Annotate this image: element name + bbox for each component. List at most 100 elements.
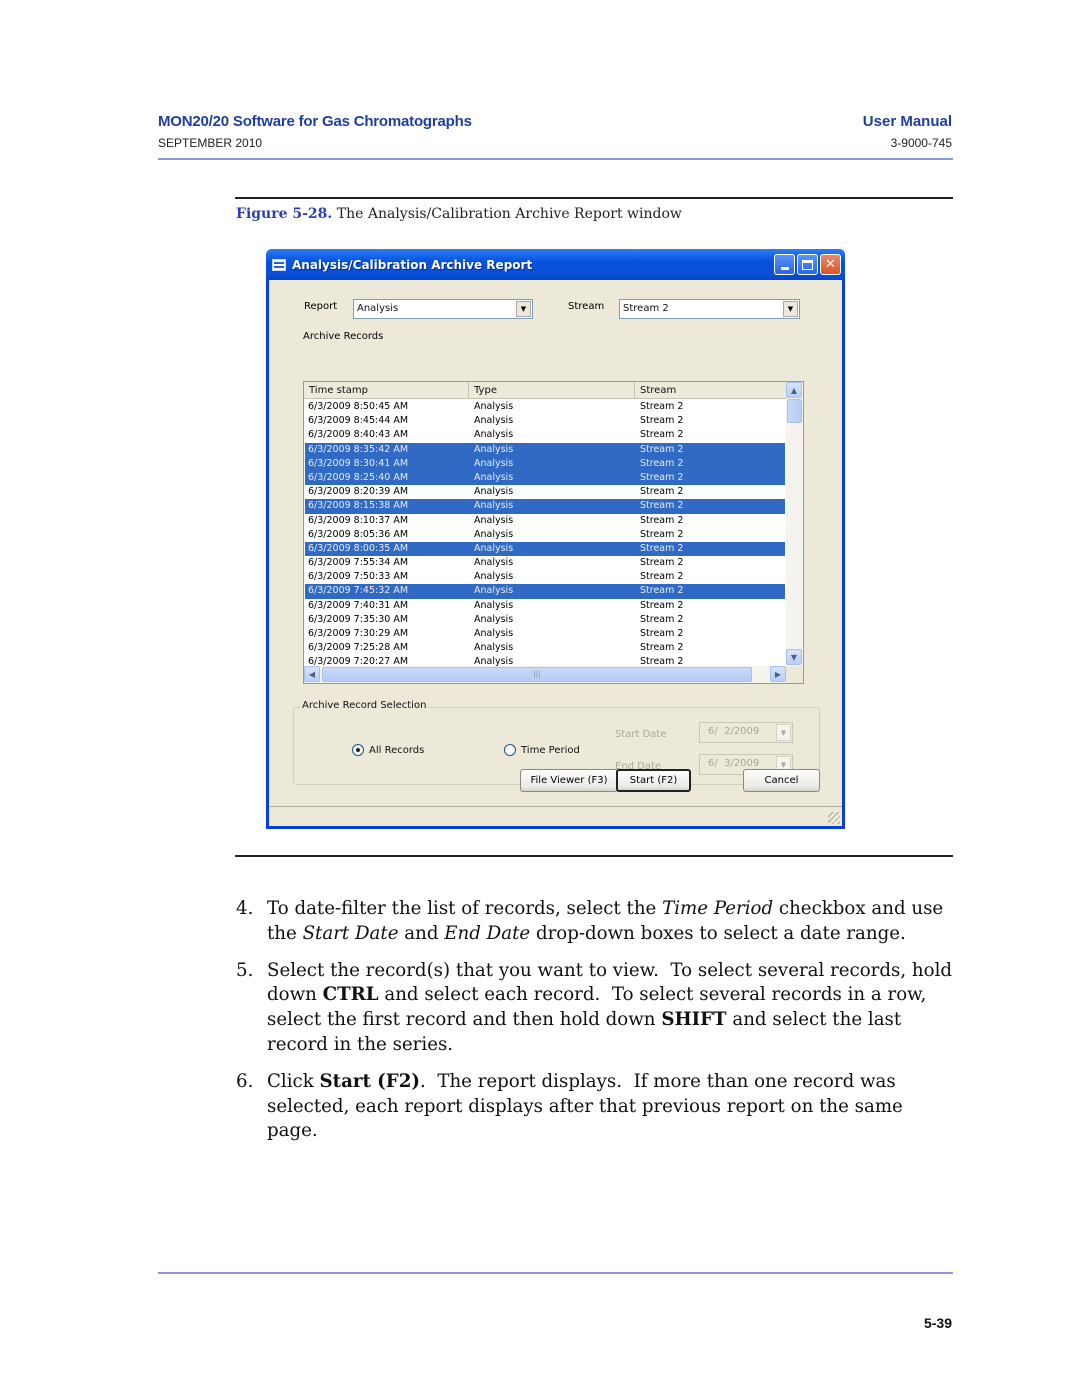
cell-type: Analysis — [474, 571, 514, 583]
table-row[interactable]: 6/3/2009 8:30:41 AM Analysis Stream 2 — [305, 456, 785, 471]
maximize-button[interactable] — [797, 254, 818, 275]
cell-stream: Stream 2 — [640, 528, 684, 540]
figure-bottom-rule — [235, 855, 953, 857]
table-row[interactable]: 6/3/2009 7:35:30 AM Analysis Stream 2 — [305, 613, 785, 627]
horizontal-scroll-thumb[interactable]: ||| — [322, 667, 752, 682]
report-dropdown-value: Analysis — [357, 303, 399, 314]
chevron-down-icon[interactable]: ▼ — [776, 724, 791, 741]
page-number: 5-39 — [923, 1315, 952, 1331]
table-row[interactable]: 6/3/2009 7:45:32 AM Analysis Stream 2 — [305, 584, 785, 599]
manual-title: MON20/20 Software for Gas Chromatographs — [158, 113, 472, 130]
radio-time-period[interactable]: Time Period — [504, 744, 580, 756]
table-row[interactable]: 6/3/2009 7:25:28 AM Analysis Stream 2 — [305, 641, 785, 655]
cell-time: 6/3/2009 8:25:40 AM — [308, 471, 409, 483]
cell-type: Analysis — [474, 599, 514, 611]
cell-type: Analysis — [474, 585, 514, 597]
cell-type: Analysis — [474, 528, 514, 540]
cell-type: Analysis — [474, 429, 514, 441]
cell-type: Analysis — [474, 613, 514, 625]
table-row[interactable]: 6/3/2009 8:20:39 AM Analysis Stream 2 — [305, 485, 785, 499]
scroll-down-button[interactable]: ▼ — [786, 649, 802, 665]
cell-time: 6/3/2009 7:20:27 AM — [308, 656, 409, 666]
start-button[interactable]: Start (F2) — [616, 769, 691, 792]
chevron-down-icon[interactable]: ▼ — [783, 301, 798, 317]
start-date-label: Start Date — [615, 729, 667, 740]
table-row[interactable]: 6/3/2009 8:00:35 AM Analysis Stream 2 — [305, 541, 785, 557]
window-titlebar[interactable]: Analysis/Calibration Archive Report ✕ — [266, 249, 845, 280]
vertical-scroll-thumb[interactable] — [787, 399, 802, 423]
minimize-button[interactable] — [774, 254, 795, 275]
report-dropdown[interactable]: Analysis ▼ — [353, 299, 533, 319]
chevron-down-icon[interactable]: ▼ — [516, 301, 531, 317]
close-button[interactable]: ✕ — [820, 254, 841, 275]
table-row[interactable]: 6/3/2009 7:20:27 AM Analysis Stream 2 — [305, 655, 785, 666]
cell-stream: Stream 2 — [640, 585, 684, 597]
table-row[interactable]: 6/3/2009 8:15:38 AM Analysis Stream 2 — [305, 499, 785, 514]
cell-type: Analysis — [474, 415, 514, 427]
scroll-left-button[interactable]: ◀ — [304, 666, 320, 682]
archive-records-list[interactable]: Time stamp Type Stream 6/3/2009 8:50:45 … — [303, 381, 804, 684]
cell-stream: Stream 2 — [640, 557, 684, 569]
scroll-up-button[interactable]: ▲ — [786, 382, 802, 398]
scroll-right-button[interactable]: ▶ — [770, 666, 786, 682]
radio-all-records-label: All Records — [369, 744, 425, 756]
table-row[interactable]: 6/3/2009 8:05:36 AM Analysis Stream 2 — [305, 528, 785, 542]
table-row[interactable]: 6/3/2009 8:45:44 AM Analysis Stream 2 — [305, 414, 785, 428]
chevron-up-icon: ▲ — [790, 385, 798, 395]
cell-stream: Stream 2 — [640, 486, 684, 498]
cell-type: Analysis — [474, 500, 514, 512]
cell-stream: Stream 2 — [640, 500, 684, 512]
table-row[interactable]: 6/3/2009 8:50:45 AM Analysis Stream 2 — [305, 400, 785, 414]
footer-divider — [158, 1272, 953, 1274]
cell-time: 6/3/2009 8:45:44 AM — [308, 415, 409, 427]
figure-caption: Figure 5-28. The Analysis/Calibration Ar… — [236, 206, 682, 222]
radio-time-period-label: Time Period — [521, 744, 580, 756]
archive-report-window: Analysis/Calibration Archive Report ✕ Re… — [266, 249, 845, 829]
figure-caption-text: The Analysis/Calibration Archive Report … — [336, 206, 682, 222]
list-body: 6/3/2009 8:50:45 AM Analysis Stream 2 6/3/2… — [305, 400, 785, 666]
vertical-scrollbar[interactable]: ▲ ▼ — [786, 382, 803, 666]
status-bar — [269, 806, 842, 826]
table-row[interactable]: 6/3/2009 8:40:43 AM Analysis Stream 2 — [305, 428, 785, 442]
file-viewer-button[interactable]: File Viewer (F3) — [520, 769, 618, 792]
document-number: 3-9000-745 — [890, 136, 952, 150]
cell-stream: Stream 2 — [640, 514, 684, 526]
cell-type: Analysis — [474, 443, 514, 455]
cell-stream: Stream 2 — [640, 542, 684, 554]
cell-time: 6/3/2009 7:45:32 AM — [308, 585, 409, 597]
horizontal-scrollbar[interactable]: ◀ ||| ▶ — [304, 666, 786, 683]
report-label: Report — [304, 301, 338, 312]
stream-dropdown-value: Stream 2 — [623, 303, 669, 314]
cell-stream: Stream 2 — [640, 656, 684, 666]
table-row[interactable]: 6/3/2009 8:10:37 AM Analysis Stream 2 — [305, 514, 785, 528]
table-row[interactable]: 6/3/2009 7:55:34 AM Analysis Stream 2 — [305, 556, 785, 570]
stream-dropdown[interactable]: Stream 2 ▼ — [619, 299, 800, 319]
table-row[interactable]: 6/3/2009 7:40:31 AM Analysis Stream 2 — [305, 599, 785, 613]
cell-time: 6/3/2009 7:25:28 AM — [308, 642, 409, 654]
step-item: 6. Click Start (F2). The report displays.… — [236, 1070, 956, 1144]
table-row[interactable]: 6/3/2009 7:50:33 AM Analysis Stream 2 — [305, 570, 785, 584]
resize-grip-icon[interactable] — [828, 812, 840, 824]
step-text: To date-filter the list of records, sele… — [267, 898, 944, 944]
table-row[interactable]: 6/3/2009 7:30:29 AM Analysis Stream 2 — [305, 627, 785, 641]
chevron-right-icon: ▶ — [774, 669, 782, 679]
cell-time: 6/3/2009 7:30:29 AM — [308, 628, 409, 639]
radio-unchecked-icon — [504, 744, 516, 756]
cell-time: 6/3/2009 8:20:39 AM — [308, 486, 409, 498]
cancel-button[interactable]: Cancel — [743, 769, 820, 792]
column-header-time-stamp[interactable]: Time stamp — [304, 382, 469, 398]
step-item: 4. To date-filter the list of records, se… — [236, 897, 956, 947]
cell-type: Analysis — [474, 514, 514, 526]
cell-type: Analysis — [474, 628, 514, 639]
start-date-picker[interactable]: 6/ 2/2009 ▼ — [699, 722, 793, 743]
column-header-stream[interactable]: Stream — [635, 382, 786, 398]
start-date-value: 6/ 2/2009 — [708, 726, 760, 737]
cell-time: 6/3/2009 8:50:45 AM — [308, 401, 409, 412]
radio-all-records[interactable]: All Records — [352, 744, 424, 756]
step-number: 5. — [236, 959, 254, 981]
cell-time: 6/3/2009 7:55:34 AM — [308, 557, 409, 569]
column-header-type[interactable]: Type — [469, 382, 635, 398]
list-header: Time stamp Type Stream — [304, 382, 786, 399]
table-row[interactable]: 6/3/2009 8:35:42 AM Analysis Stream 2 — [305, 442, 785, 457]
table-row[interactable]: 6/3/2009 8:25:40 AM Analysis Stream 2 — [305, 470, 785, 486]
